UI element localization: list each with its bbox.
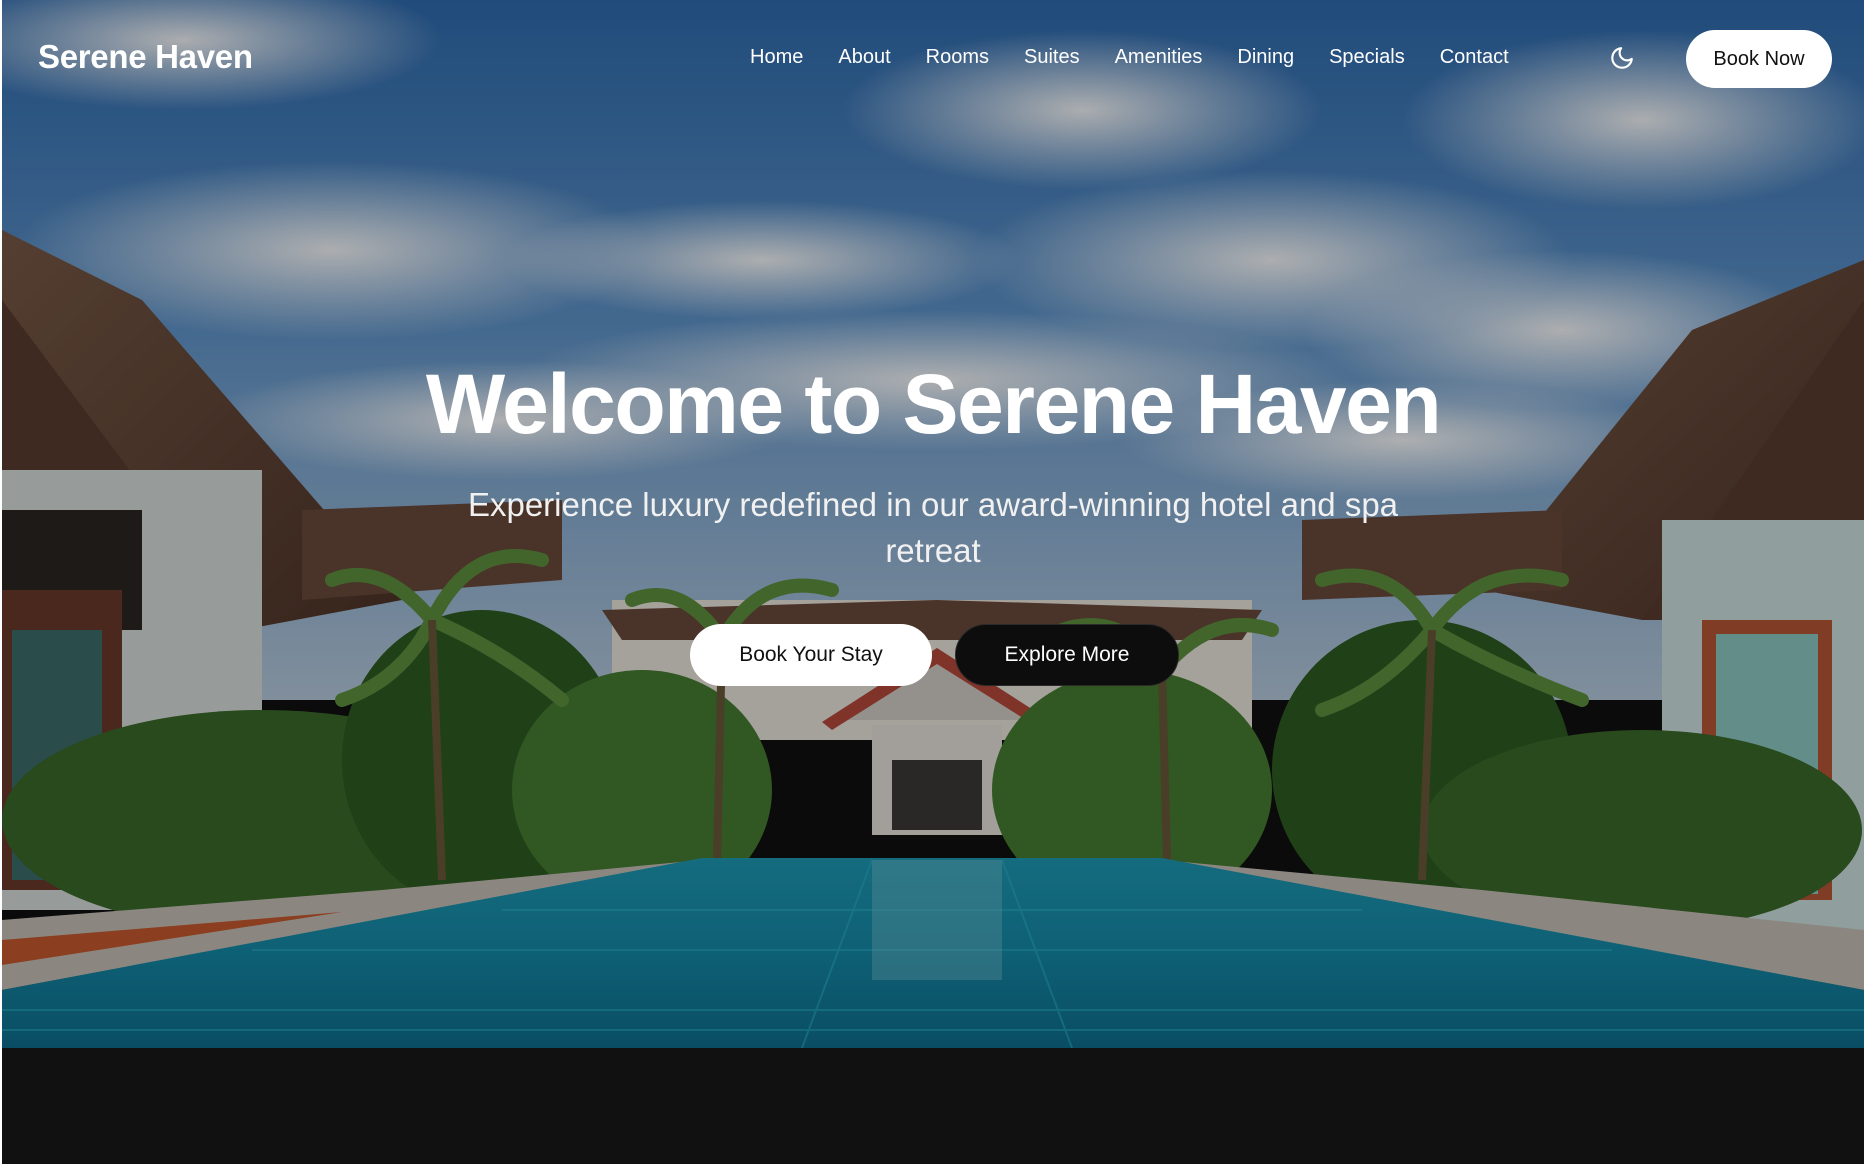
hero-section: Serene Haven Home About Rooms Suites Ame… (2, 0, 1864, 1048)
nav-link-specials[interactable]: Specials (1329, 46, 1405, 69)
nav-link-amenities[interactable]: Amenities (1115, 46, 1203, 69)
nav-links: Home About Rooms Suites Amenities Dining… (750, 46, 1544, 69)
hero-actions: Book Your Stay Explore More (2, 624, 1864, 686)
book-now-button[interactable]: Book Now (1686, 30, 1832, 88)
hero-title: Welcome to Serene Haven (425, 357, 1442, 451)
top-navigation: Serene Haven Home About Rooms Suites Ame… (2, 0, 1864, 116)
theme-toggle-button[interactable] (1606, 42, 1638, 74)
nav-link-dining[interactable]: Dining (1237, 46, 1294, 69)
nav-link-about[interactable]: About (838, 46, 890, 69)
nav-link-contact[interactable]: Contact (1440, 46, 1509, 69)
explore-more-button[interactable]: Explore More (955, 624, 1179, 686)
moon-icon (1611, 47, 1633, 69)
hero-subtitle: Experience luxury redefined in our award… (467, 486, 1399, 569)
nav-link-home[interactable]: Home (750, 46, 803, 69)
book-your-stay-button[interactable]: Book Your Stay (690, 624, 932, 686)
next-section (2, 1048, 1864, 1164)
page: Serene Haven Home About Rooms Suites Ame… (2, 0, 1864, 1164)
brand-logo[interactable]: Serene Haven (38, 38, 253, 76)
nav-link-suites[interactable]: Suites (1024, 46, 1080, 69)
nav-link-rooms[interactable]: Rooms (926, 46, 989, 69)
